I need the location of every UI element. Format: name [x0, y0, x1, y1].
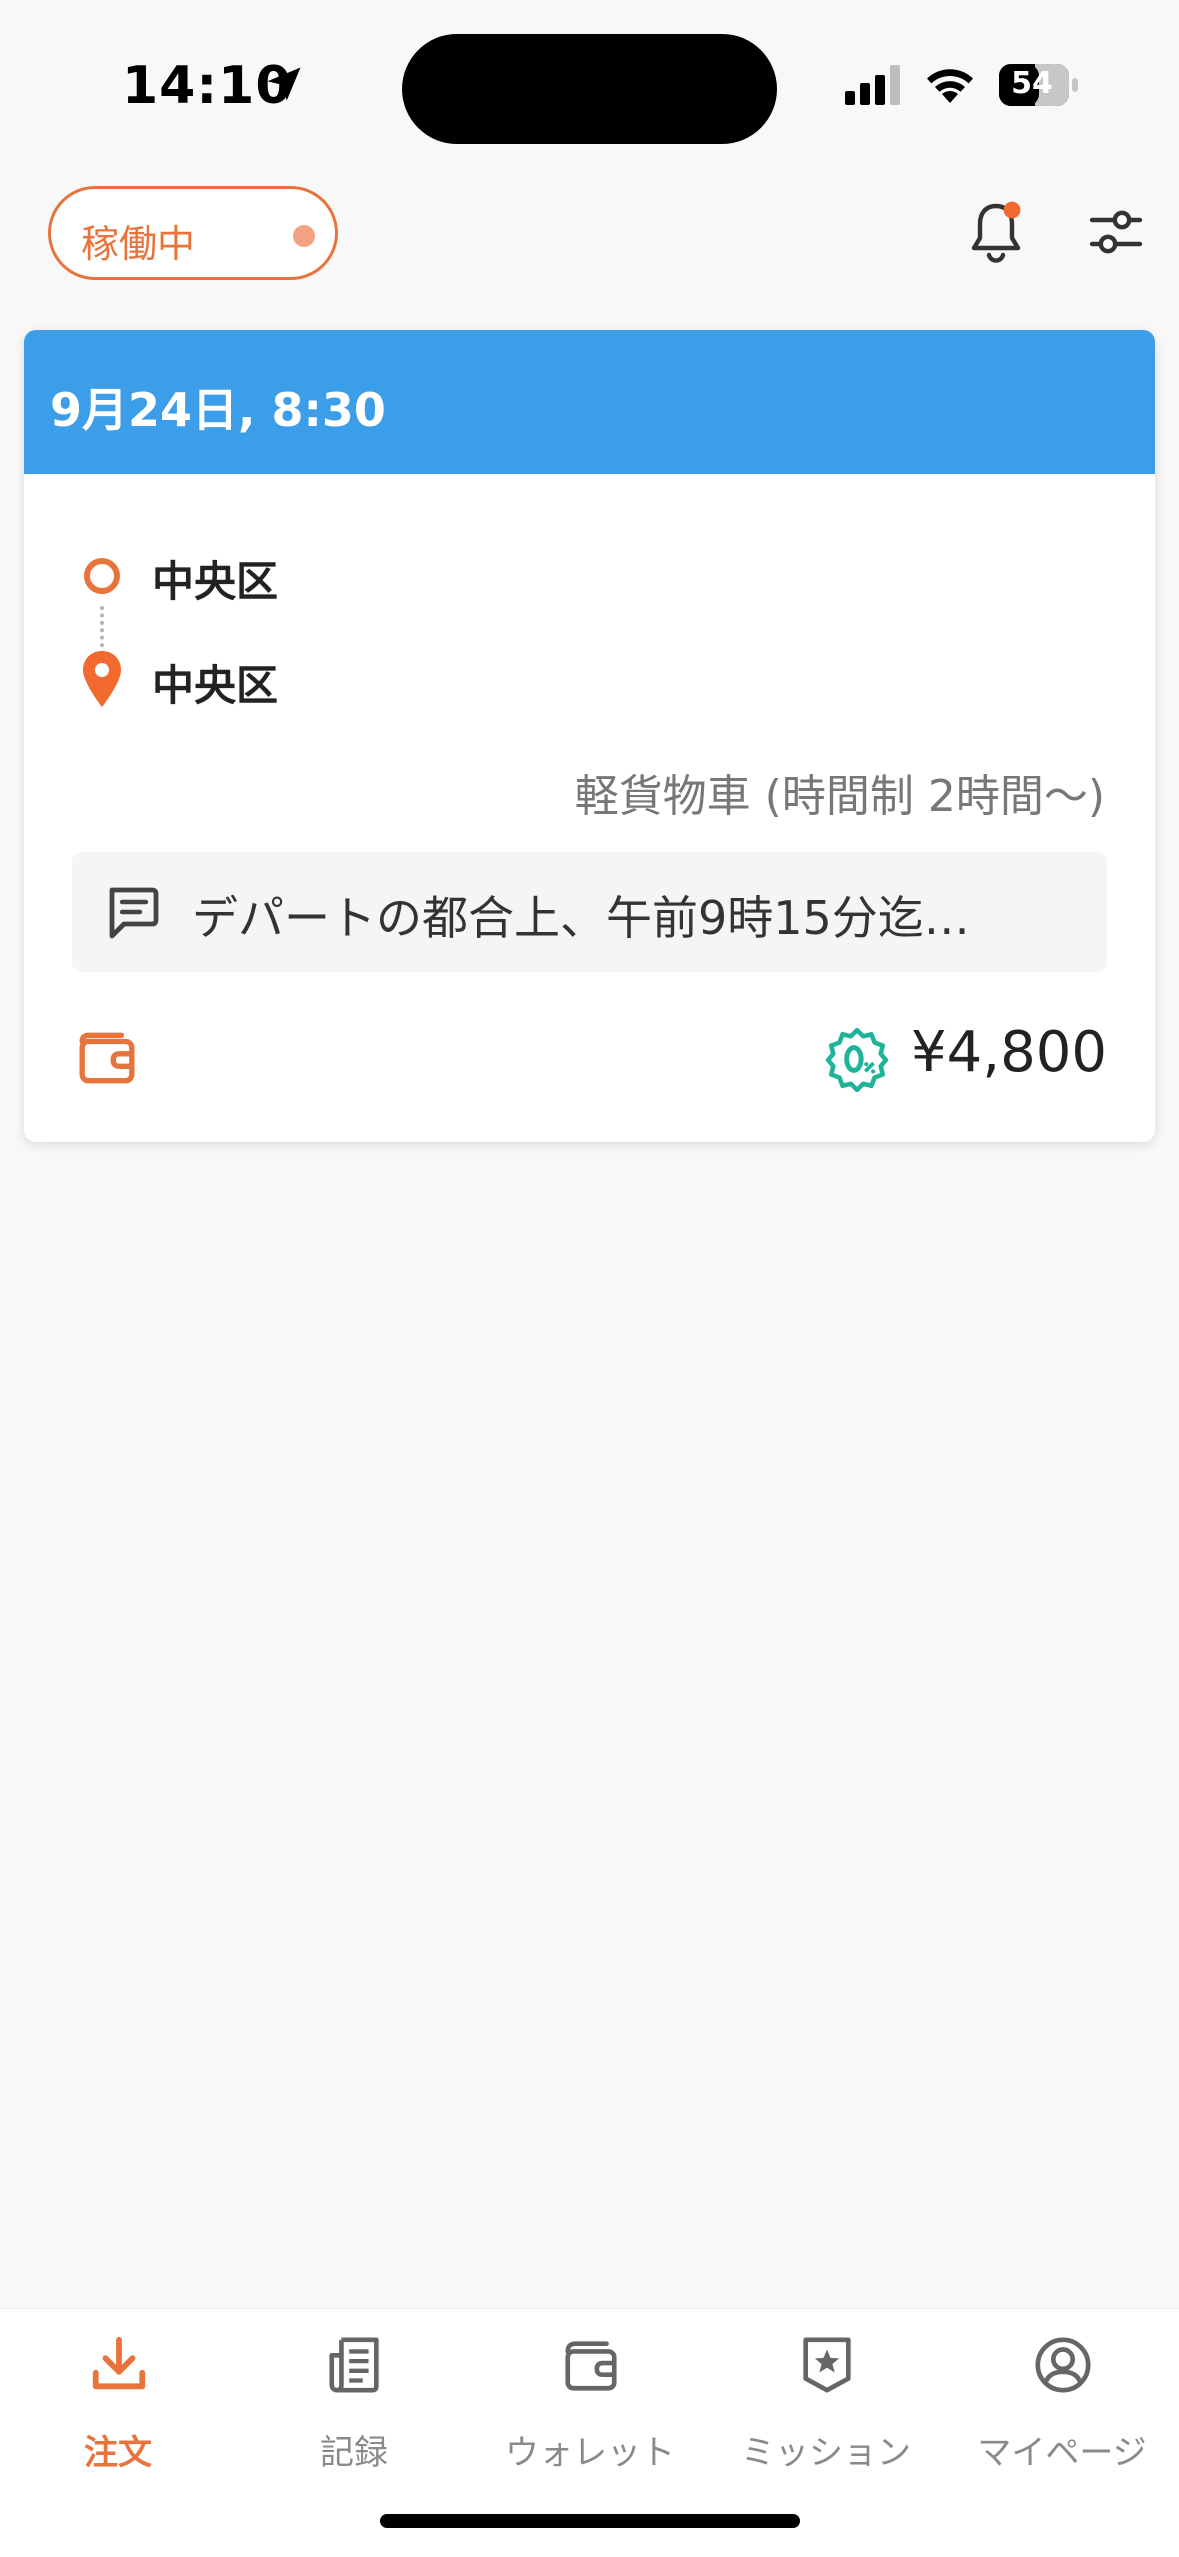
- tab-orders[interactable]: 注文: [0, 2333, 236, 2483]
- tab-records[interactable]: 記録: [236, 2333, 472, 2483]
- wallet-icon: [79, 1032, 135, 1084]
- tab-missions-label: ミッション: [741, 2433, 911, 2473]
- status-bar: 14:10 54: [0, 0, 1179, 170]
- home-indicator: [380, 2514, 800, 2528]
- destination-area: 中央区: [152, 661, 279, 710]
- location-arrow-icon: [267, 67, 301, 101]
- order-price: ¥4,800: [911, 1020, 1107, 1085]
- filter-settings-icon[interactable]: [1088, 206, 1144, 258]
- order-note-text: デパートの都合上、午前9時15分迄…: [192, 891, 970, 945]
- vehicle-type: 軽貨物車 (時間制 2時間〜): [574, 771, 1105, 822]
- origin-circle-icon: [84, 558, 120, 594]
- order-card-header: 9月24日, 8:30: [24, 330, 1155, 474]
- cellular-signal-icon: [845, 65, 900, 105]
- destination-pin-icon: [83, 651, 121, 707]
- tab-wallet-label: ウォレット: [505, 2433, 675, 2473]
- message-icon: [109, 887, 159, 939]
- user-circle-icon: [1035, 2337, 1091, 2393]
- star-badge-icon: [803, 2337, 851, 2393]
- tab-orders-label: 注文: [84, 2433, 152, 2473]
- tab-records-label: 記録: [320, 2433, 388, 2473]
- zero-percent-badge-icon: [825, 1027, 889, 1092]
- wifi-icon: [927, 69, 973, 103]
- wallet-icon: [565, 2341, 617, 2391]
- tab-mypage-label: マイページ: [977, 2433, 1147, 2473]
- document-icon: [329, 2337, 379, 2393]
- order-card[interactable]: 9月24日, 8:30 中央区 中央区 軽貨物車 (時間制 2時間〜) デパート…: [24, 330, 1155, 1142]
- order-note: デパートの都合上、午前9時15分迄…: [72, 852, 1107, 972]
- dynamic-island: [402, 34, 777, 144]
- tab-missions[interactable]: ミッション: [708, 2333, 944, 2483]
- origin-area: 中央区: [152, 557, 279, 606]
- order-datetime: 9月24日, 8:30: [50, 383, 386, 437]
- tab-mypage[interactable]: マイページ: [944, 2333, 1179, 2483]
- working-status-label: 稼働中: [81, 222, 196, 266]
- status-dot: [293, 225, 315, 247]
- battery-level: 54: [1011, 66, 1053, 101]
- tab-wallet[interactable]: ウォレット: [472, 2333, 708, 2483]
- working-status-toggle[interactable]: 稼働中: [48, 186, 338, 280]
- notification-bell-icon[interactable]: [966, 200, 1026, 268]
- download-icon: [92, 2336, 146, 2390]
